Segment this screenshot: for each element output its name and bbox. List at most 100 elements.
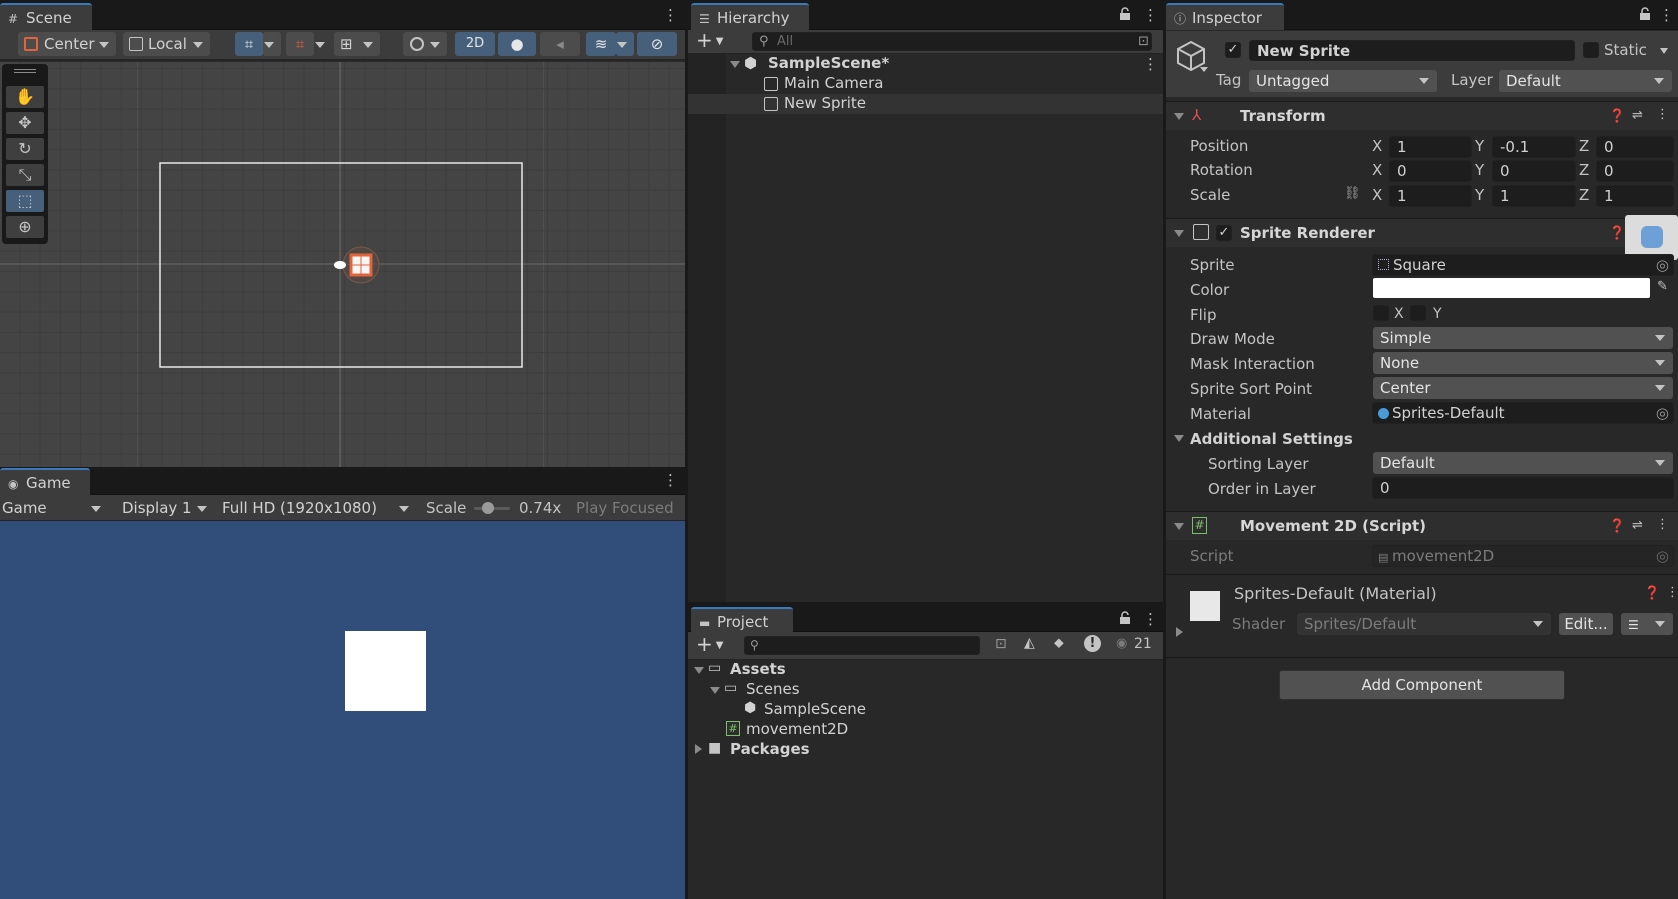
hierarchy-search-input[interactable]: ⚲ All ⊡ (752, 32, 1152, 51)
sprite-renderer-fold-arrow[interactable] (1174, 230, 1184, 237)
space-dropdown[interactable]: Local (123, 32, 210, 56)
object-picker-icon[interactable]: ◎ (1656, 403, 1669, 423)
add-component-button[interactable]: Add Component (1279, 670, 1565, 700)
rotate-tool-button[interactable]: ↻ (6, 138, 44, 160)
component-menu-icon[interactable]: ⋮ (1656, 107, 1669, 122)
shader-dropdown[interactable]: Sprites/Default (1297, 613, 1551, 635)
help-icon[interactable]: ❓ (1609, 519, 1625, 534)
tree-item-samplescene[interactable]: ⬢ SampleScene (688, 700, 1163, 720)
shader-edit-button[interactable]: Edit... (1559, 613, 1613, 635)
scene-menu-icon[interactable]: ⋮ (663, 6, 678, 24)
rotation-z-field[interactable]: 0 (1596, 160, 1674, 182)
transform-header[interactable]: ⅄ Transform ❓ ⇌ ⋮ (1166, 101, 1678, 130)
movement-fold-arrow[interactable] (1174, 523, 1184, 530)
resolution-dropdown[interactable]: Full HD (1920x1080) (216, 496, 416, 520)
scene-row-menu-icon[interactable]: ⋮ (1143, 55, 1158, 73)
transform-tool-button[interactable]: ⊕ (6, 216, 44, 238)
scale-tool-button[interactable]: ⤡ (6, 164, 44, 186)
material-menu-icon[interactable]: ⋮ (1666, 585, 1678, 600)
shader-options-dropdown[interactable]: ☰ (1621, 613, 1673, 635)
component-menu-icon[interactable]: ⋮ (1656, 517, 1669, 532)
sprite-sort-point-dropdown[interactable]: Center (1373, 377, 1673, 399)
grid-visibility-dropdown[interactable] (314, 32, 332, 56)
scale-y-field[interactable]: 1 (1492, 185, 1576, 207)
rotation-y-field[interactable]: 0 (1492, 160, 1576, 182)
hidden-objects-toggle[interactable]: ⊘ (637, 32, 677, 56)
presets-icon[interactable]: ⇌ (1632, 108, 1643, 123)
tree-item-packages[interactable]: ■ Packages (688, 740, 1163, 760)
presets-icon[interactable]: ⇌ (1632, 518, 1643, 533)
hidden-packages-icon[interactable]: ◉ (1116, 636, 1127, 651)
active-checkbox[interactable]: ✓ (1225, 42, 1241, 58)
project-search-input[interactable]: ⚲ (744, 636, 980, 655)
sprite-object-field[interactable]: Square ◎ (1372, 254, 1674, 276)
grid-snap-button[interactable]: ⌗ (235, 32, 263, 56)
layer-dropdown[interactable]: Default (1499, 70, 1672, 92)
position-y-field[interactable]: -0.1 (1492, 136, 1576, 158)
effects-toggle-button[interactable]: ≋ (586, 32, 616, 56)
eyedropper-icon[interactable]: ✎ (1657, 279, 1668, 294)
scale-slider-thumb[interactable] (482, 502, 494, 514)
game-menu-icon[interactable]: ⋮ (663, 471, 678, 489)
grid-snap-dropdown[interactable] (263, 32, 281, 56)
flip-y-checkbox[interactable] (1410, 305, 1426, 321)
scene-viewport[interactable] (0, 62, 685, 467)
draw-mode-dropdown[interactable]: Simple (1373, 327, 1673, 349)
object-picker-icon[interactable]: ◎ (1656, 255, 1669, 275)
scale-x-field[interactable]: 1 (1389, 185, 1472, 207)
search-scope-icon[interactable]: ⊡ (995, 636, 1007, 652)
grid-visibility-button[interactable]: ⌗ (286, 32, 314, 56)
tree-item-scenes[interactable]: ▭ Scenes (688, 680, 1163, 700)
packages-expand-arrow[interactable] (695, 744, 702, 754)
effects-dropdown[interactable] (616, 32, 634, 56)
scale-slider[interactable] (474, 502, 510, 514)
increment-snap-button[interactable]: ⊞ (334, 32, 380, 56)
tools-drag-handle[interactable] (14, 69, 36, 73)
play-focused-dropdown[interactable]: Play Focused (576, 499, 674, 517)
tab-project[interactable]: ▬ Project (691, 607, 793, 634)
hierarchy-menu-icon[interactable]: ⋮ (1143, 6, 1158, 24)
project-create-button[interactable]: + ▼ (696, 634, 736, 655)
sorting-layer-dropdown[interactable]: Default (1373, 452, 1673, 474)
tab-scene[interactable]: # Scene (0, 3, 92, 30)
tab-inspector[interactable]: ⓘ Inspector (1166, 3, 1284, 30)
hand-tool-button[interactable]: ✋ (6, 86, 44, 108)
move-tool-button[interactable]: ✥ (6, 112, 44, 134)
game-viewport[interactable] (0, 521, 685, 899)
rotation-x-field[interactable]: 0 (1389, 160, 1472, 182)
tag-dropdown[interactable]: Untagged (1249, 70, 1437, 92)
help-icon[interactable]: ❓ (1609, 226, 1625, 241)
console-errors-icon[interactable]: ! (1084, 635, 1101, 652)
flip-x-checkbox[interactable] (1373, 305, 1389, 321)
scale-z-field[interactable]: 1 (1596, 185, 1674, 207)
color-swatch[interactable] (1373, 278, 1650, 298)
scene-fold-arrow[interactable] (730, 61, 740, 68)
movement-script-header[interactable]: # Movement 2D (Script) ❓ ⇌ ⋮ (1166, 511, 1678, 540)
tab-hierarchy[interactable]: ☰ Hierarchy (691, 3, 809, 30)
search-scope-icon[interactable]: ⊡ (1138, 33, 1149, 50)
lighting-toggle-button[interactable]: ● (498, 32, 536, 56)
order-in-layer-field[interactable]: 0 (1372, 477, 1674, 499)
hierarchy-item-main-camera[interactable]: Main Camera (688, 74, 1163, 94)
help-icon[interactable]: ❓ (1609, 109, 1625, 124)
object-name-field[interactable]: New Sprite (1249, 40, 1575, 61)
constrain-proportions-icon[interactable]: ⛓ (1344, 186, 1361, 201)
tab-game[interactable]: ◉ Game (0, 468, 90, 495)
2d-toggle-button[interactable]: 2D (455, 32, 495, 56)
inspector-menu-icon[interactable]: ⋮ (1659, 6, 1674, 24)
lock-icon[interactable] (1638, 7, 1652, 21)
sprite-renderer-header[interactable]: ✓ Sprite Renderer ❓ (1166, 218, 1678, 247)
hierarchy-scene-row[interactable]: ⬢ SampleScene* ⋮ (688, 54, 1163, 74)
draw-mode-dropdown[interactable] (403, 32, 447, 56)
transform-fold-arrow[interactable] (1174, 113, 1184, 120)
rect-tool-button[interactable]: ⬚ (6, 190, 44, 212)
sprite-renderer-enabled-checkbox[interactable]: ✓ (1216, 225, 1232, 241)
lock-icon[interactable] (1118, 611, 1132, 625)
scenes-fold-arrow[interactable] (710, 687, 720, 694)
additional-settings-label[interactable]: Additional Settings (1190, 430, 1353, 448)
additional-settings-fold-arrow[interactable] (1174, 435, 1184, 442)
filter-label-icon[interactable]: ⬥ (1054, 635, 1064, 651)
help-icon[interactable]: ❓ (1644, 586, 1660, 601)
display-dropdown[interactable]: Display 1 (116, 496, 214, 520)
icon-dropdown-arrow[interactable] (1200, 67, 1208, 72)
